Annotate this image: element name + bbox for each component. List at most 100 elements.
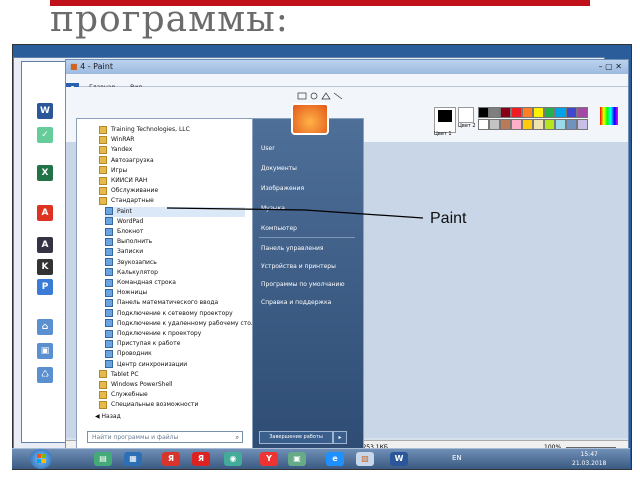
palette-swatch[interactable]	[555, 107, 566, 118]
ah-icon[interactable]: A	[37, 237, 53, 253]
color-palette[interactable]	[478, 107, 588, 131]
user-picture[interactable]	[291, 103, 329, 135]
color1-selector[interactable]	[434, 107, 456, 133]
search-icon: ⌕	[235, 434, 239, 441]
app-icon[interactable]: ✓	[37, 127, 53, 143]
taskbar-word-icon[interactable]: W	[390, 452, 408, 466]
program-item[interactable]: Панель математического ввода	[105, 298, 218, 308]
program-item[interactable]: Калькулятор	[105, 268, 158, 278]
start-right-item[interactable]: Справка и поддержка	[261, 299, 331, 306]
palette-swatch[interactable]	[478, 119, 489, 130]
program-item[interactable]: КИИСИ RAH	[99, 176, 147, 186]
program-item[interactable]: Ножницы	[105, 288, 147, 298]
start-right-item[interactable]: Устройства и принтеры	[261, 263, 336, 270]
palette-swatch[interactable]	[533, 107, 544, 118]
start-right-item[interactable]: Изображения	[261, 185, 304, 192]
publisher-icon[interactable]: P	[37, 279, 53, 295]
palette-swatch[interactable]	[566, 119, 577, 130]
taskbar-media-icon[interactable]: ▦	[124, 452, 142, 466]
program-item[interactable]: Звукозапись	[105, 258, 157, 268]
shutdown-button[interactable]: Завершение работы	[259, 431, 333, 444]
program-label: КИИСИ RAH	[111, 177, 148, 184]
pdf-icon[interactable]: A	[37, 205, 53, 221]
back-button[interactable]: ◀ Назад	[95, 413, 121, 420]
computer-icon[interactable]: ▣	[37, 343, 53, 359]
program-item[interactable]: Автозагрузка	[99, 156, 154, 166]
taskbar-ie-icon[interactable]: e	[326, 452, 344, 466]
taskbar-chrome-icon[interactable]: ◉	[224, 452, 242, 466]
network-icon[interactable]: ⌂	[37, 319, 53, 335]
palette-swatch[interactable]	[544, 119, 555, 130]
palette-swatch[interactable]	[511, 107, 522, 118]
edit-colors-icon[interactable]	[600, 107, 618, 125]
taskbar-app-icon[interactable]: ▣	[288, 452, 306, 466]
program-item[interactable]: Выполнить	[105, 237, 152, 247]
start-search-input[interactable]: Найти программы и файлы ⌕	[87, 431, 243, 443]
palette-swatch[interactable]	[500, 119, 511, 130]
program-item[interactable]: Windows PowerShell	[99, 380, 172, 390]
program-icon	[105, 258, 113, 267]
program-item[interactable]: Блокнот	[105, 227, 143, 237]
palette-swatch[interactable]	[511, 119, 522, 130]
word-icon[interactable]: W	[37, 103, 53, 119]
program-label: Центр синхронизации	[117, 360, 188, 368]
program-label: Калькулятор	[117, 268, 158, 276]
color2-selector[interactable]	[458, 107, 474, 123]
palette-swatch[interactable]	[522, 107, 533, 118]
palette-swatch[interactable]	[577, 119, 588, 130]
program-item[interactable]: WinRAR	[99, 135, 134, 145]
start-right-item[interactable]: Компьютер	[261, 225, 297, 232]
start-menu-programs-panel: Training Technologies, LLC WinRAR Yandex Ав…	[76, 118, 258, 450]
program-item[interactable]: Подключение к проектору	[105, 329, 201, 339]
taskbar-yandex-browser-icon[interactable]: Я	[192, 452, 210, 466]
windows-logo-icon	[37, 454, 46, 463]
start-right-item[interactable]: Программы по умолчанию	[261, 281, 345, 288]
palette-swatch[interactable]	[522, 119, 533, 130]
excel-icon[interactable]: X	[37, 165, 53, 181]
start-right-item[interactable]: Панель управления	[261, 245, 324, 252]
program-item[interactable]: Центр синхронизации	[105, 360, 187, 370]
program-item[interactable]: Командная строка	[105, 278, 176, 288]
palette-swatch[interactable]	[555, 119, 566, 130]
palette-swatch[interactable]	[489, 107, 500, 118]
taskbar-explorer-icon[interactable]: ▤	[94, 452, 112, 466]
palette-swatch[interactable]	[577, 107, 588, 118]
palette-swatch[interactable]	[533, 119, 544, 130]
program-item[interactable]: Служебные	[99, 390, 148, 400]
palette-swatch[interactable]	[500, 107, 511, 118]
language-indicator[interactable]: EN	[452, 454, 462, 462]
palette-swatch[interactable]	[478, 107, 489, 118]
program-item[interactable]: Записки	[105, 247, 143, 257]
program-item[interactable]: Обслуживание	[99, 186, 158, 196]
program-item[interactable]: Приступая к работе	[105, 339, 180, 349]
program-label: Автозагрузка	[111, 156, 154, 164]
program-item[interactable]: Подключение к сетевому проектору	[105, 309, 233, 319]
program-item[interactable]: Проводник	[105, 349, 152, 359]
program-item[interactable]: Tablet PC	[99, 370, 139, 380]
k-icon[interactable]: K	[37, 259, 53, 275]
program-item[interactable]: Yandex	[99, 145, 132, 155]
program-item[interactable]: Стандартные	[99, 196, 154, 206]
program-item[interactable]: Training Technologies, LLC	[99, 125, 190, 135]
recycle-icon[interactable]: ♺	[37, 367, 53, 383]
taskbar-paint-icon[interactable]: ▨	[356, 452, 374, 466]
taskbar-yandex-icon[interactable]: Я	[162, 452, 180, 466]
program-item[interactable]: Подключение к удаленному рабочему столу	[105, 319, 258, 329]
clock[interactable]: 15:47 21.03.2018	[572, 450, 606, 468]
program-item[interactable]: Игры	[99, 166, 127, 176]
start-right-item[interactable]: User	[261, 145, 275, 152]
folder-icon	[99, 156, 107, 165]
palette-swatch[interactable]	[566, 107, 577, 118]
palette-swatch[interactable]	[544, 107, 555, 118]
taskbar-yandex-y-icon[interactable]: Y	[260, 452, 278, 466]
slide-title: программы:	[50, 0, 289, 40]
start-button[interactable]	[30, 449, 52, 469]
window-controls[interactable]: – ▢ ✕	[599, 60, 622, 74]
palette-swatch[interactable]	[489, 119, 500, 130]
start-right-item[interactable]: Документы	[261, 165, 297, 172]
shutdown-options-arrow[interactable]: ▸	[333, 431, 347, 444]
program-item[interactable]: WordPad	[105, 217, 143, 227]
program-item[interactable]: Специальные возможности	[99, 400, 198, 410]
program-label: Ножницы	[117, 289, 148, 297]
program-label: Звукозапись	[117, 258, 157, 266]
